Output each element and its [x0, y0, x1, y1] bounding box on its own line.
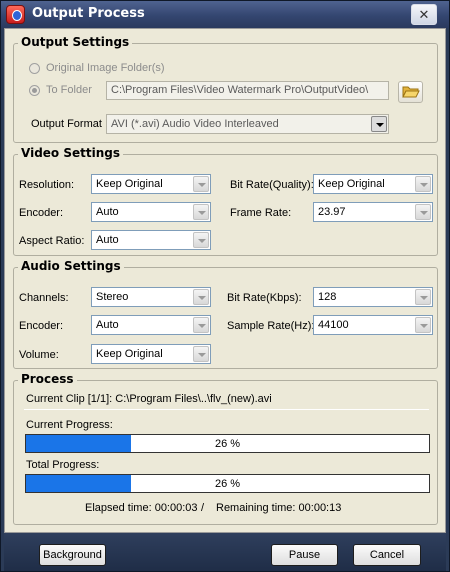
channels-value: Stereo: [96, 291, 129, 303]
volume-select[interactable]: Keep Original: [91, 344, 211, 364]
to-folder-radio[interactable]: [29, 85, 40, 96]
aspect-ratio-select[interactable]: Auto: [91, 230, 211, 250]
total-progress-text: 26 %: [214, 478, 241, 490]
remaining-time: Remaining time: 00:00:13: [216, 502, 342, 514]
sample-rate-select[interactable]: 44100: [313, 315, 433, 335]
video-bitrate-select[interactable]: Keep Original: [313, 174, 433, 194]
chevron-down-icon[interactable]: [193, 289, 209, 305]
video-bitrate-value: Keep Original: [318, 178, 385, 190]
total-progress-bar: 26 %: [25, 474, 430, 493]
audio-encoder-value: Auto: [96, 319, 119, 331]
close-icon: ✕: [418, 7, 430, 22]
frame-rate-select[interactable]: 23.97: [313, 202, 433, 222]
browse-folder-button[interactable]: [398, 81, 423, 103]
process-group: Process Current Clip [1/1]: C:\Program F…: [13, 372, 438, 525]
chevron-down-icon[interactable]: [415, 176, 431, 192]
chevron-down-icon[interactable]: [193, 204, 209, 220]
frame-rate-label: Frame Rate:: [230, 207, 292, 219]
audio-encoder-label: Encoder:: [19, 320, 64, 332]
aspect-ratio-label: Aspect Ratio:: [19, 235, 85, 247]
chevron-down-icon[interactable]: [193, 346, 209, 362]
chevron-down-icon[interactable]: [193, 232, 209, 248]
original-folder-radio[interactable]: [29, 63, 40, 74]
video-encoder-value: Auto: [96, 206, 119, 218]
chevron-down-icon[interactable]: [415, 317, 431, 333]
resolution-select[interactable]: Keep Original: [91, 174, 211, 194]
chevron-down-icon[interactable]: [193, 176, 209, 192]
current-clip-text: Current Clip [1/1]: C:\Program Files\..\…: [26, 393, 272, 405]
volume-value: Keep Original: [96, 348, 163, 360]
output-format-label: Output Format :: [31, 118, 109, 130]
time-separator: /: [201, 502, 205, 514]
channels-select[interactable]: Stereo: [91, 287, 211, 307]
dialog-body: Output Settings Original Image Folder(s)…: [4, 28, 446, 533]
cancel-button[interactable]: Cancel: [353, 544, 421, 566]
close-button[interactable]: ✕: [411, 4, 437, 25]
output-format-select[interactable]: AVI (*.avi) Audio Video Interleaved: [106, 114, 389, 134]
video-bitrate-label: Bit Rate(Quality):: [230, 179, 314, 191]
audio-bitrate-select[interactable]: 128: [313, 287, 433, 307]
window-title: Output Process: [32, 6, 145, 21]
aspect-ratio-value: Auto: [96, 234, 119, 246]
video-settings-group: Video Settings Resolution: Keep Original…: [13, 146, 438, 256]
audio-settings-title: Audio Settings: [18, 259, 124, 273]
output-folder-field[interactable]: C:\Program Files\Video Watermark Pro\Out…: [106, 81, 389, 100]
volume-label: Volume:: [19, 349, 59, 361]
to-folder-label: To Folder: [46, 84, 92, 96]
current-progress-text: 26 %: [214, 438, 241, 450]
button-bar: Background Pause Cancel: [4, 533, 446, 571]
video-settings-title: Video Settings: [18, 146, 123, 160]
output-format-value: AVI (*.avi) Audio Video Interleaved: [111, 118, 279, 130]
app-icon: [6, 5, 25, 24]
process-title: Process: [18, 372, 77, 386]
channels-label: Channels:: [19, 292, 69, 304]
title-bar[interactable]: Output Process ✕: [1, 1, 449, 28]
chevron-down-icon[interactable]: [371, 116, 387, 132]
folder-open-icon: [402, 86, 420, 98]
total-progress-label: Total Progress:: [26, 459, 100, 471]
pause-button[interactable]: Pause: [271, 544, 338, 566]
output-settings-group: Output Settings Original Image Folder(s)…: [13, 35, 438, 143]
video-encoder-label: Encoder:: [19, 207, 64, 219]
sample-rate-value: 44100: [318, 319, 349, 331]
audio-bitrate-value: 128: [318, 291, 337, 303]
resolution-label: Resolution:: [19, 179, 75, 191]
process-divider: [24, 409, 429, 410]
audio-encoder-select[interactable]: Auto: [91, 315, 211, 335]
background-button[interactable]: Background: [39, 544, 106, 566]
elapsed-time: Elapsed time: 00:00:03: [85, 502, 198, 514]
current-progress-label: Current Progress:: [26, 419, 113, 431]
chevron-down-icon[interactable]: [415, 204, 431, 220]
frame-rate-value: 23.97: [318, 206, 346, 218]
original-folder-label: Original Image Folder(s): [46, 62, 165, 74]
sample-rate-label: Sample Rate(Hz):: [227, 320, 315, 332]
chevron-down-icon[interactable]: [415, 289, 431, 305]
video-encoder-select[interactable]: Auto: [91, 202, 211, 222]
resolution-value: Keep Original: [96, 178, 163, 190]
chevron-down-icon[interactable]: [193, 317, 209, 333]
output-process-window: Output Process ✕ Output Settings Origina…: [0, 0, 450, 572]
audio-settings-group: Audio Settings Channels: Stereo Encoder:…: [13, 259, 438, 369]
current-progress-bar: 26 %: [25, 434, 430, 453]
audio-bitrate-label: Bit Rate(Kbps):: [227, 292, 302, 304]
output-settings-title: Output Settings: [18, 35, 133, 49]
